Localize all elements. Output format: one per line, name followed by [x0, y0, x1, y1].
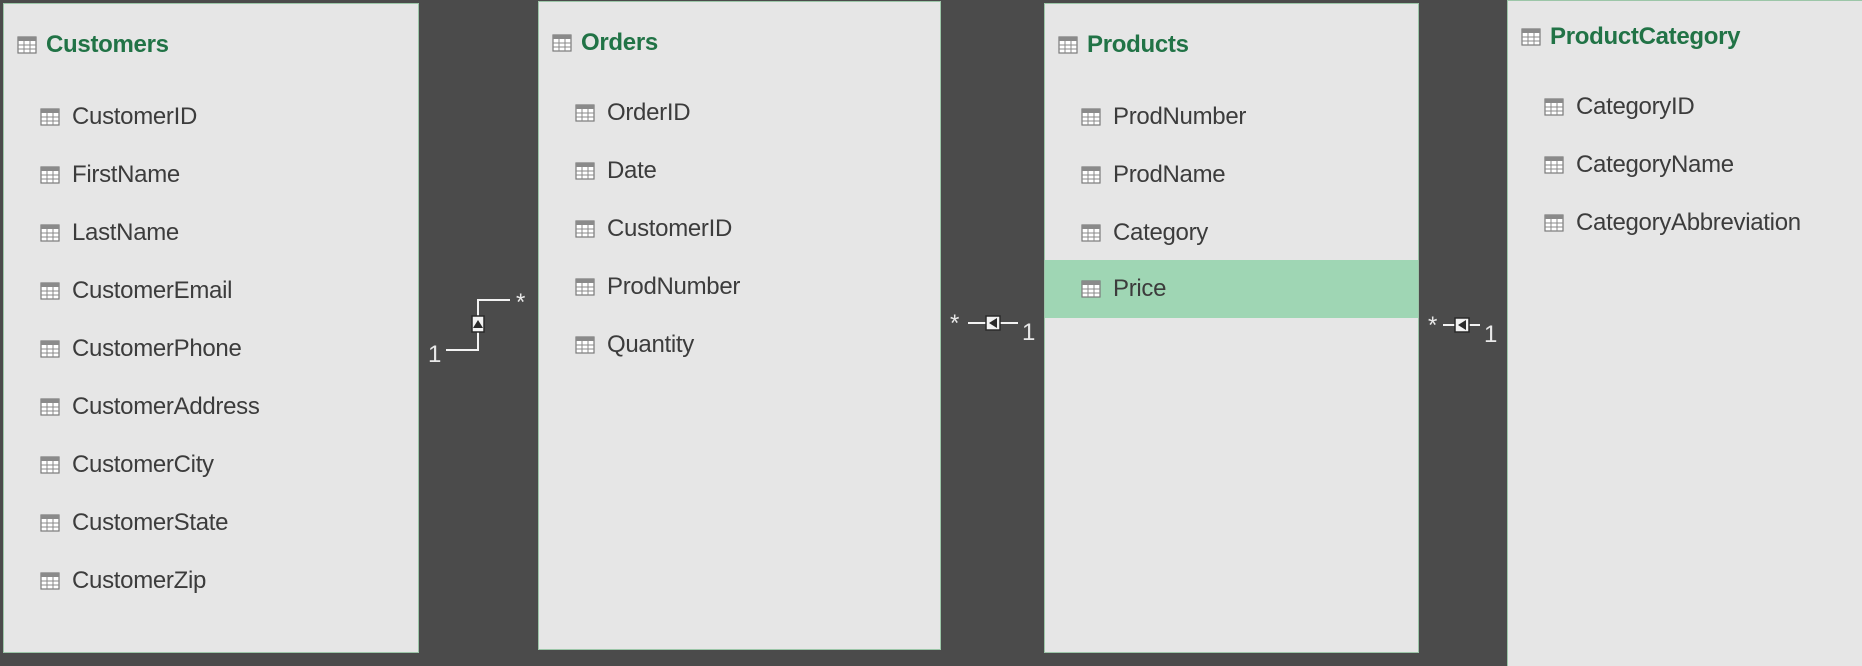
- table-title: Customers: [46, 31, 169, 58]
- column-grid-icon: [40, 514, 60, 532]
- table-header[interactable]: Orders: [539, 2, 940, 84]
- field-label: CustomerID: [72, 103, 198, 130]
- filter-direction-arrow-icon: [473, 320, 483, 328]
- field-prodnumber[interactable]: ProdNumber: [1045, 88, 1418, 146]
- field-lastname[interactable]: LastName: [4, 204, 418, 262]
- column-grid-icon: [40, 340, 60, 358]
- field-label: OrderID: [607, 99, 691, 126]
- field-label: CustomerState: [72, 509, 229, 536]
- column-grid-icon: [1544, 98, 1564, 116]
- table-header[interactable]: Customers: [4, 4, 418, 86]
- table-grid-icon: [1058, 36, 1078, 54]
- field-customercity[interactable]: CustomerCity: [4, 436, 418, 494]
- field-category[interactable]: Category: [1045, 204, 1418, 262]
- relationship-handle-icon[interactable]: [471, 315, 485, 333]
- cardinality-one: 1: [1022, 319, 1035, 346]
- table-title: Products: [1087, 31, 1189, 58]
- column-grid-icon: [575, 220, 595, 238]
- field-quantity[interactable]: Quantity: [539, 316, 940, 374]
- column-grid-icon: [40, 398, 60, 416]
- field-label: ProdName: [1113, 161, 1226, 188]
- field-label: CategoryID: [1576, 93, 1695, 120]
- column-grid-icon: [575, 278, 595, 296]
- field-customerphone[interactable]: CustomerPhone: [4, 320, 418, 378]
- table-header[interactable]: Products: [1045, 4, 1418, 86]
- field-label: CategoryName: [1576, 151, 1734, 178]
- field-customeremail[interactable]: CustomerEmail: [4, 262, 418, 320]
- column-grid-icon: [1081, 166, 1101, 184]
- cardinality-many: *: [516, 289, 525, 316]
- column-grid-icon: [40, 166, 60, 184]
- table-customers[interactable]: Customers CustomerID FirstName LastName …: [3, 3, 419, 653]
- column-grid-icon: [1081, 280, 1101, 298]
- field-prodname[interactable]: ProdName: [1045, 146, 1418, 204]
- table-title: Orders: [581, 29, 658, 56]
- column-grid-icon: [1081, 224, 1101, 242]
- field-customeraddress[interactable]: CustomerAddress: [4, 378, 418, 436]
- field-categoryabbreviation[interactable]: CategoryAbbreviation: [1508, 194, 1862, 252]
- table-grid-icon: [1521, 28, 1541, 46]
- column-grid-icon: [40, 282, 60, 300]
- field-label: Date: [607, 157, 657, 184]
- relationship-handle-icon[interactable]: [985, 315, 1001, 331]
- field-customerid[interactable]: CustomerID: [4, 88, 418, 146]
- field-customerid[interactable]: CustomerID: [539, 200, 940, 258]
- field-orderid[interactable]: OrderID: [539, 84, 940, 142]
- table-productcategory[interactable]: ProductCategory CategoryID CategoryName …: [1507, 0, 1862, 666]
- field-label: Category: [1113, 219, 1208, 246]
- field-label: CustomerAddress: [72, 393, 260, 420]
- field-customerzip[interactable]: CustomerZip: [4, 552, 418, 610]
- relationship-products-productcategory[interactable]: * 1: [1428, 312, 1497, 348]
- cardinality-many: *: [1428, 312, 1437, 339]
- filter-direction-arrow-icon: [989, 318, 997, 328]
- field-label: CustomerZip: [72, 567, 207, 594]
- field-price-selected[interactable]: Price: [1045, 260, 1418, 318]
- field-firstname[interactable]: FirstName: [4, 146, 418, 204]
- table-products[interactable]: Products ProdNumber ProdName Category Pr…: [1044, 3, 1419, 653]
- field-label: FirstName: [72, 161, 180, 188]
- column-grid-icon: [40, 108, 60, 126]
- field-label: CustomerPhone: [72, 335, 242, 362]
- column-grid-icon: [575, 336, 595, 354]
- field-label: CategoryAbbreviation: [1576, 209, 1801, 236]
- relationship-handle-icon[interactable]: [1454, 317, 1470, 333]
- column-grid-icon: [40, 456, 60, 474]
- cardinality-one: 1: [428, 341, 441, 368]
- column-grid-icon: [40, 572, 60, 590]
- field-label: CustomerEmail: [72, 277, 233, 304]
- field-label: CustomerID: [607, 215, 733, 242]
- field-label: ProdNumber: [607, 273, 741, 300]
- table-grid-icon: [17, 36, 37, 54]
- column-grid-icon: [575, 162, 595, 180]
- column-grid-icon: [40, 224, 60, 242]
- column-grid-icon: [1544, 156, 1564, 174]
- cardinality-many: *: [950, 310, 959, 337]
- field-categoryid[interactable]: CategoryID: [1508, 78, 1862, 136]
- field-label: LastName: [72, 219, 179, 246]
- field-label: Quantity: [607, 331, 694, 358]
- table-title: ProductCategory: [1550, 23, 1741, 50]
- filter-direction-arrow-icon: [1458, 320, 1466, 330]
- column-grid-icon: [1544, 214, 1564, 232]
- field-customerstate[interactable]: CustomerState: [4, 494, 418, 552]
- field-label: Price: [1113, 275, 1167, 302]
- relationship-customers-orders[interactable]: 1 *: [428, 289, 525, 368]
- field-prodnumber[interactable]: ProdNumber: [539, 258, 940, 316]
- table-grid-icon: [552, 34, 572, 52]
- field-categoryname[interactable]: CategoryName: [1508, 136, 1862, 194]
- relationship-orders-products[interactable]: * 1: [950, 310, 1035, 346]
- field-label: ProdNumber: [1113, 103, 1247, 130]
- table-orders[interactable]: Orders OrderID Date CustomerID ProdNumbe…: [538, 1, 941, 650]
- relationship-line: [446, 299, 510, 351]
- table-header[interactable]: ProductCategory: [1508, 1, 1862, 73]
- cardinality-one: 1: [1484, 321, 1497, 348]
- field-date[interactable]: Date: [539, 142, 940, 200]
- column-grid-icon: [1081, 108, 1101, 126]
- field-label: CustomerCity: [72, 451, 214, 478]
- column-grid-icon: [575, 104, 595, 122]
